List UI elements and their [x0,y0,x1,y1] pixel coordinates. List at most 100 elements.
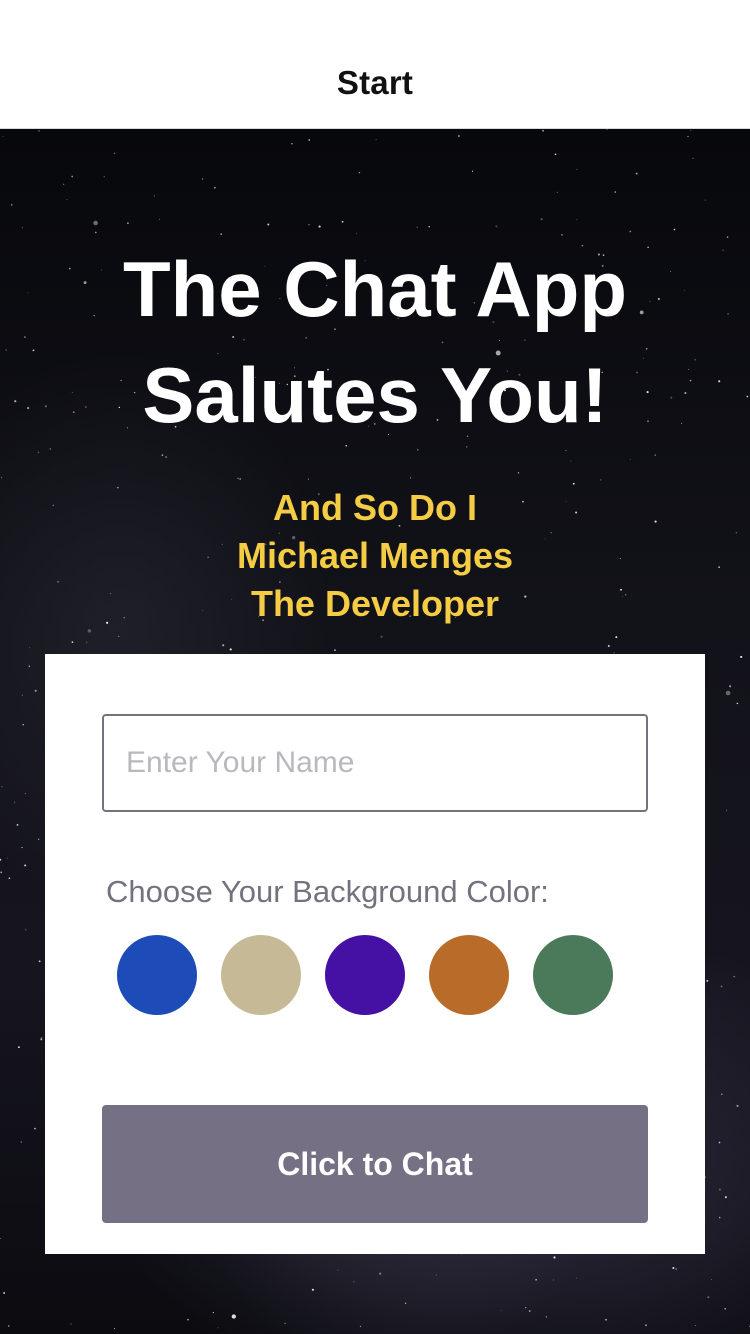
star [231,1314,236,1319]
star [103,176,105,178]
star [40,1038,43,1041]
star [1,786,3,788]
star [736,1104,739,1107]
star [21,694,23,696]
star [267,223,270,226]
star [71,175,74,178]
star [37,451,40,454]
star [435,1274,437,1276]
star [222,644,225,647]
star [704,199,706,201]
star [237,477,239,480]
star [675,1268,678,1270]
star [645,1324,647,1327]
star [21,227,23,229]
star [545,1316,548,1318]
star [726,809,728,811]
star [7,1325,10,1327]
star [113,152,116,155]
star [724,1307,727,1310]
star [576,219,578,221]
star [718,1216,721,1219]
star [0,1237,1,1240]
star [308,139,310,141]
star [161,454,164,456]
star [0,858,2,861]
star [729,685,732,688]
star [457,135,460,137]
star [471,170,474,172]
star [605,1318,607,1321]
star [24,864,27,867]
star [341,220,344,223]
star [220,233,223,235]
star [576,168,578,170]
star [334,649,336,651]
color-swatch-group [117,935,613,1015]
star [673,228,676,231]
star [29,647,30,649]
star [556,191,558,194]
star [28,665,31,668]
star [21,847,23,849]
star [672,1267,675,1269]
start-chat-button-label: Click to Chat [277,1145,473,1182]
star [114,1328,116,1330]
star [525,1307,527,1309]
name-input[interactable] [102,714,648,812]
star [16,824,19,826]
color-swatch-orange[interactable] [429,935,509,1015]
star [535,1278,537,1281]
star [311,1288,314,1291]
star [379,1272,382,1275]
star [307,478,309,480]
star [37,838,40,841]
star [24,793,26,795]
color-swatch-beige[interactable] [221,935,301,1015]
star [380,635,383,638]
start-chat-button[interactable]: Click to Chat [102,1105,648,1223]
star [711,1279,712,1280]
color-swatch-green[interactable] [533,935,613,1015]
star [212,1312,214,1314]
star [34,1127,36,1130]
star [71,641,74,643]
star [607,645,610,647]
star [416,226,418,228]
star [8,877,11,880]
star [517,472,520,474]
star [553,1256,556,1259]
star [1,477,3,479]
star [165,456,168,458]
background-color-label: Choose Your Background Color: [106,874,549,909]
credit-line-3: The Developer [250,583,500,624]
star [66,199,68,200]
app-title-line-1: The Chat App [122,245,628,333]
star [10,204,13,206]
star [654,454,656,456]
star [229,648,232,651]
star [318,225,321,228]
star [22,724,24,726]
star [38,960,41,963]
star [94,231,97,234]
star [127,222,129,224]
star [153,195,155,197]
star [118,635,120,637]
star [615,636,618,639]
star [201,178,204,180]
star [2,135,4,137]
star [187,1318,189,1321]
star [720,985,723,988]
star [34,689,37,692]
star [70,1323,72,1325]
color-swatch-purple[interactable] [325,935,405,1015]
star [692,157,694,160]
star [528,1310,531,1312]
app-title-line-2: Salutes You! [142,351,608,439]
color-swatch-blue[interactable] [117,935,197,1015]
star [706,979,709,982]
star [63,183,65,185]
star [635,172,638,175]
star [6,857,8,859]
